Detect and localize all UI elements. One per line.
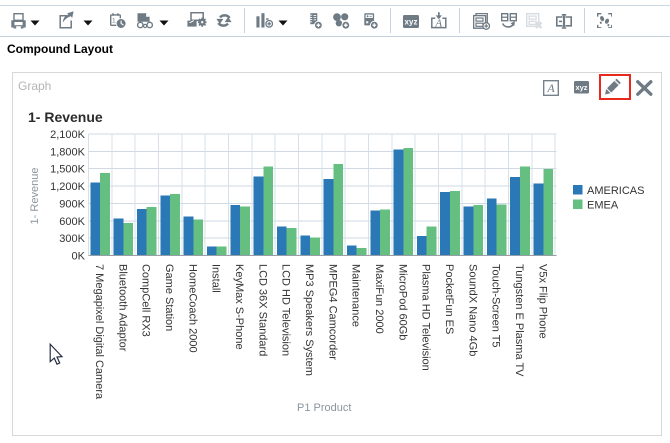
svg-text:SoundX Nano 4Gb: SoundX Nano 4Gb <box>466 264 478 356</box>
svg-text:900K: 900K <box>59 198 85 210</box>
svg-text:HomeCoach 2000: HomeCoach 2000 <box>186 264 198 353</box>
svg-text:Plasma HD Television: Plasma HD Television <box>420 264 432 371</box>
svg-text:1- Revenue: 1- Revenue <box>29 168 41 225</box>
svg-text:Bluetooth Adaptor: Bluetooth Adaptor <box>116 264 128 352</box>
svg-text:300K: 300K <box>59 233 85 245</box>
svg-text:LCD 36X Standard: LCD 36X Standard <box>256 264 268 356</box>
svg-text:LCD HD Television: LCD HD Television <box>280 264 292 356</box>
svg-text:Tungsten E Plasma TV: Tungsten E Plasma TV <box>513 264 525 377</box>
svg-text:P1 Product: P1 Product <box>297 402 351 414</box>
svg-text:Install: Install <box>210 264 222 293</box>
svg-text:Maintenance: Maintenance <box>350 264 362 327</box>
svg-text:0K: 0K <box>72 251 86 263</box>
svg-text:CompCell RX3: CompCell RX3 <box>140 264 152 337</box>
svg-text:V5x Flip Phone: V5x Flip Phone <box>536 264 548 339</box>
svg-text:Game Station: Game Station <box>163 264 175 331</box>
svg-text:1- Revenue: 1- Revenue <box>28 109 103 125</box>
svg-text:MicroPod 60Gb: MicroPod 60Gb <box>396 264 408 340</box>
svg-text:7 Megapixel Digital Camera: 7 Megapixel Digital Camera <box>93 264 105 400</box>
svg-text:EMEA: EMEA <box>587 200 619 212</box>
svg-text:1,500K: 1,500K <box>50 164 86 176</box>
svg-text:600K: 600K <box>59 216 85 228</box>
svg-text:AMERICAS: AMERICAS <box>587 185 644 197</box>
svg-text:MaxiFun 2000: MaxiFun 2000 <box>373 264 385 334</box>
svg-text:PocketFun ES: PocketFun ES <box>443 264 455 334</box>
svg-text:2,100K: 2,100K <box>50 129 86 141</box>
svg-text:1,800K: 1,800K <box>50 146 86 158</box>
svg-text:Touch-Screen T5: Touch-Screen T5 <box>490 264 502 348</box>
svg-text:MPEG4 Camcorder: MPEG4 Camcorder <box>326 264 338 360</box>
svg-text:1,200K: 1,200K <box>50 181 86 193</box>
svg-text:KeyMax S-Phone: KeyMax S-Phone <box>233 264 245 350</box>
svg-text:MP3 Speakers System: MP3 Speakers System <box>303 264 315 376</box>
